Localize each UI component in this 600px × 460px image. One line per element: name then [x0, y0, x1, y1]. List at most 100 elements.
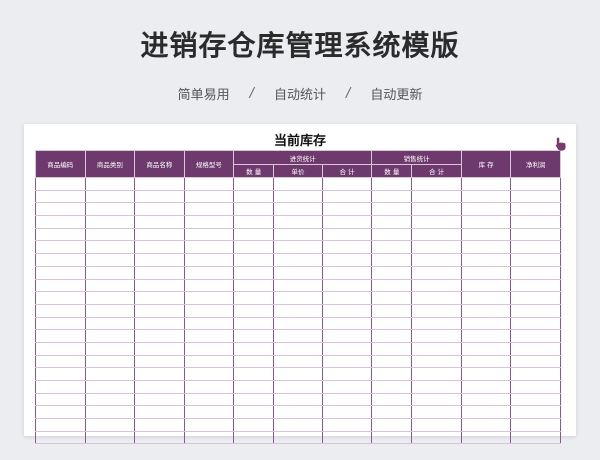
table-cell — [460, 177, 512, 191]
table-cell — [134, 380, 185, 394]
table-cell — [510, 367, 561, 381]
table-cell — [460, 202, 512, 217]
table-cell — [35, 190, 86, 204]
table-cell — [273, 329, 323, 343]
table-cell — [510, 279, 561, 293]
table-row — [35, 202, 561, 217]
table-cell — [371, 355, 413, 369]
table-cell — [411, 393, 462, 407]
table-row — [35, 380, 561, 394]
table-cell — [321, 329, 373, 343]
table-cell — [510, 190, 561, 204]
table-cell — [411, 329, 462, 343]
table-cell — [460, 317, 512, 331]
table-cell — [321, 202, 373, 217]
table-cell — [35, 240, 86, 255]
feature-auto-stats: 自动统计 — [273, 88, 326, 103]
table-cell — [233, 253, 275, 267]
table-cell — [460, 240, 512, 255]
table-cell — [134, 329, 185, 343]
table-cell — [321, 418, 373, 432]
table-cell — [273, 253, 323, 267]
table-cell — [460, 380, 512, 394]
table-cell — [134, 228, 185, 242]
table-cell — [134, 405, 185, 420]
table-cell — [411, 215, 462, 229]
table-cell — [411, 342, 462, 356]
table-cell — [183, 266, 235, 280]
feature-list: 简单易用 / 自动统计 / 自动更新 — [0, 84, 600, 103]
table-cell — [510, 329, 561, 343]
table-cell — [273, 266, 323, 280]
table-cell — [134, 240, 185, 255]
table-row — [35, 291, 561, 305]
table-cell — [510, 240, 561, 255]
table-cell — [510, 317, 561, 331]
table-cell — [411, 279, 462, 293]
table-cell — [510, 380, 561, 394]
table-cell — [460, 266, 512, 280]
table-row — [35, 253, 561, 267]
sheet-title: 当前库存 — [273, 134, 326, 149]
table-cell — [510, 253, 561, 267]
table-cell — [371, 431, 413, 445]
table-cell — [411, 380, 462, 394]
table-cell — [84, 279, 136, 293]
table-cell — [84, 342, 136, 356]
pointer-hand-icon[interactable] — [553, 136, 569, 152]
table-cell — [371, 177, 413, 191]
table-cell — [183, 317, 235, 331]
table-cell — [460, 393, 512, 407]
table-cell — [35, 202, 86, 217]
table-cell — [134, 355, 185, 369]
table-cell — [510, 405, 561, 420]
table-cell — [371, 405, 413, 420]
table-cell — [134, 202, 185, 217]
table-cell — [183, 177, 235, 191]
table-cell — [273, 240, 323, 255]
spreadsheet-preview: 当前库存 商品编码 商品类别 商品名称 规格型号 进货统计 销售统计 库 存 净… — [24, 124, 576, 445]
table-cell — [411, 431, 462, 445]
col-group-sales: 销售统计 — [371, 150, 462, 165]
table-cell — [84, 304, 136, 318]
table-cell — [321, 240, 373, 255]
table-cell — [233, 418, 275, 432]
table-cell — [35, 418, 86, 432]
table-cell — [411, 317, 462, 331]
table-cell — [183, 202, 235, 217]
table-cell — [233, 266, 275, 280]
table-cell — [273, 393, 323, 407]
table-cell — [35, 405, 86, 420]
table-row — [35, 266, 561, 280]
table-cell — [411, 228, 462, 242]
table-cell — [84, 405, 136, 420]
feature-easy: 简单易用 — [177, 88, 230, 103]
table-cell — [183, 380, 235, 394]
table-cell — [460, 253, 512, 267]
col-product-category: 商品类别 — [84, 150, 136, 178]
col-product-code: 商品编码 — [35, 150, 86, 178]
table-cell — [183, 405, 235, 420]
table-cell — [321, 266, 373, 280]
table-cell — [273, 304, 323, 318]
table-cell — [35, 342, 86, 356]
table-cell — [183, 329, 235, 343]
table-cell — [273, 380, 323, 394]
table-cell — [371, 253, 413, 267]
table-cell — [371, 304, 413, 318]
table-row — [35, 418, 561, 432]
table-cell — [35, 177, 86, 191]
table-cell — [371, 202, 413, 217]
table-cell — [321, 177, 373, 191]
table-cell — [84, 418, 136, 432]
table-cell — [84, 253, 136, 267]
table-row — [35, 304, 561, 318]
table-cell — [411, 253, 462, 267]
table-cell — [460, 431, 512, 445]
table-cell — [35, 215, 86, 229]
table-cell — [35, 304, 86, 318]
table-cell — [35, 253, 86, 267]
col-purchase-price: 单价 — [273, 164, 323, 178]
table-cell — [460, 291, 512, 305]
table-cell — [183, 418, 235, 432]
